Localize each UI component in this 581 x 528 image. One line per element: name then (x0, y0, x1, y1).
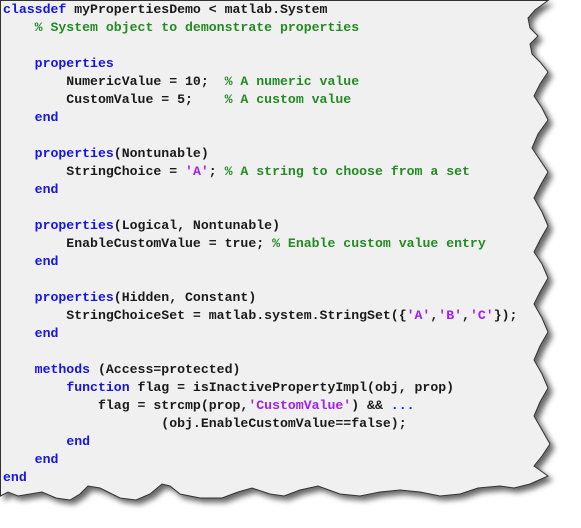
code-line: StringChoice = 'A'; % A string to choose… (3, 163, 517, 181)
keyword-token: classdef (3, 2, 67, 17)
string-token: 'CustomValue' (248, 398, 352, 413)
string-token: 'A' (185, 164, 209, 179)
keyword-token: end (34, 254, 59, 269)
string-token: 'C' (469, 308, 494, 323)
code-line: end (3, 451, 517, 469)
code-text: flag = strcmp(prop, (3, 398, 249, 413)
comment-token: % System object to demonstrate propertie… (34, 20, 360, 35)
keyword-token: methods (34, 362, 91, 377)
code-line: properties(Nontunable) (3, 145, 517, 163)
comment-token: % A string to choose from a set (224, 164, 470, 179)
code-text: (Hidden, Constant) (113, 290, 257, 305)
code-text: }); (493, 308, 518, 323)
code-text: flag = isInactivePropertyImpl(obj, prop) (129, 380, 455, 395)
code-text: (Nontunable) (113, 146, 209, 161)
code-line: classdef myPropertiesDemo < matlab.Syste… (3, 1, 517, 19)
code-text: ) && (351, 398, 391, 413)
comment-token: % A custom value (224, 92, 352, 107)
code-line: NumericValue = 10; % A numeric value (3, 73, 517, 91)
string-token: 'A' (406, 308, 431, 323)
keyword-token: properties (34, 56, 114, 71)
code-text: , (462, 308, 470, 323)
code-text: CustomValue = 5; (3, 92, 225, 107)
code-line: end (3, 325, 517, 343)
code-line: (obj.EnableCustomValue==false); (3, 415, 517, 433)
code-line: properties (3, 55, 517, 73)
code-line: % System object to demonstrate propertie… (3, 19, 517, 37)
code-line: properties(Logical, Nontunable) (3, 217, 517, 235)
code-line: end (3, 253, 517, 271)
code-line: methods (Access=protected) (3, 361, 517, 379)
keyword-token: function (66, 380, 130, 395)
code-text: StringChoiceSet = matlab.system.StringSe… (3, 308, 407, 323)
code-line: StringChoiceSet = matlab.system.StringSe… (3, 307, 517, 325)
code-line: function flag = isInactivePropertyImpl(o… (3, 379, 517, 397)
code-editor: classdef myPropertiesDemo < matlab.Syste… (3, 1, 517, 487)
code-line: flag = strcmp(prop,'CustomValue') && ... (3, 397, 517, 415)
code-text: ; (208, 164, 225, 179)
code-text: StringChoice = (3, 164, 186, 179)
code-line: end (3, 469, 517, 487)
keyword-token: properties (34, 146, 114, 161)
code-text: (obj.EnableCustomValue==false); (3, 416, 407, 431)
keyword-token: end (3, 470, 27, 485)
keyword-token: properties (34, 218, 114, 233)
comment-token: % Enable custom value entry (272, 236, 486, 251)
keyword-token: end (34, 182, 59, 197)
keyword-token: end (66, 434, 91, 449)
code-text: EnableCustomValue = true; (3, 236, 273, 251)
code-line: end (3, 433, 517, 451)
keyword-token: end (34, 452, 59, 467)
code-line: CustomValue = 5; % A custom value (3, 91, 517, 109)
code-line: end (3, 181, 517, 199)
keyword-token: properties (34, 290, 114, 305)
string-token: 'B' (438, 308, 463, 323)
code-line: properties(Hidden, Constant) (3, 289, 517, 307)
keyword-token: end (34, 326, 59, 341)
comment-token: % A numeric value (224, 74, 360, 89)
code-line: end (3, 109, 517, 127)
code-line: EnableCustomValue = true; % Enable custo… (3, 235, 517, 253)
code-text: myPropertiesDemo < matlab.System (66, 2, 328, 17)
code-text: (Logical, Nontunable) (113, 218, 280, 233)
code-text: NumericValue = 10; (3, 74, 225, 89)
continuation-token: ... (390, 398, 415, 413)
code-text: (Access=protected) (90, 362, 241, 377)
keyword-token: end (34, 110, 59, 125)
